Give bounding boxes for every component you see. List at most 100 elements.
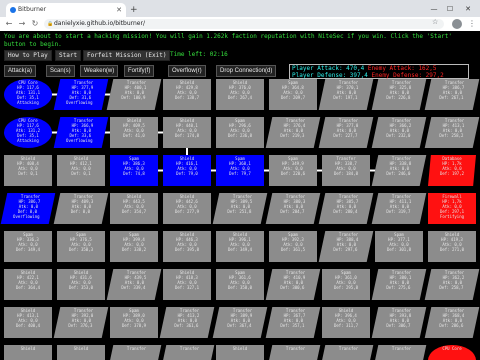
node-shield[interactable]: Shield (57, 345, 105, 360)
node-spam[interactable]: Spam HP: 399,4 Atk: 0,0 Def: 338,2 (110, 231, 158, 262)
node-transfer[interactable]: Transfer HP: 388,4 Atk: 0,0 Def: 297,6 (318, 231, 374, 262)
node-shield[interactable]: Shield HP: 431,6 Atk: 0,0 Def: 353,0 (57, 269, 105, 300)
node-transfer[interactable]: Transfer HP: 338,7 Atk: 0,0 Def: 184,8 (322, 155, 370, 186)
node-shield[interactable]: Shield HP: 443,5 Atk: 0,0 Def: 354,7 (110, 193, 158, 224)
browser-tab[interactable]: Bitburner ✕ (6, 3, 126, 17)
node-def: Def: 275,6 (386, 285, 411, 290)
node-shield[interactable]: Shield HP: 413,1 Atk: 0,0 Def: 400,4 (4, 307, 52, 338)
node-shield[interactable]: Shield HP: 409,5 Atk: 0,0 Def: 41,0 (110, 117, 158, 148)
node-database[interactable]: Database HP: 1,7k Atk: 0,0 Def: 197,2 (428, 155, 476, 186)
weaken-button[interactable]: Weaken(w) (80, 65, 119, 77)
address-bar[interactable]: 🔒 danielyxie.github.io/bitburner/ (44, 19, 444, 29)
node-cpu-core[interactable]: CPU Core HP: 117,6 Atk: 131,2 Def: 35,1 Atta… (4, 117, 52, 148)
node-shield[interactable]: Shield HP: 419,3 Atk: 0,0 Def: 271,0 (428, 231, 476, 262)
node-transfer[interactable]: Transfer HP: 362,2 Atk: 0,0 Def: 258,7 (424, 269, 480, 300)
node-spam[interactable]: Spam HP: 368,1 Atk: 0,0 Def: 79,7 (216, 155, 264, 186)
minimize-button[interactable]: — (428, 3, 440, 15)
node-shield[interactable]: Shield HP: 408,4 Atk: 0,0 Def: 0,1 (4, 155, 52, 186)
maximize-button[interactable]: ☐ (444, 3, 456, 15)
node-spam[interactable]: Spam HP: 377,1 Atk: 0,0 Def: 301,8 (375, 231, 423, 262)
node-transfer[interactable]: Transfer HP: 413,1 Atk: 0,0 Def: 258,2 (424, 117, 480, 148)
node-spam[interactable]: Spam HP: 361,0 Atk: 0,0 Def: 295,8 (322, 269, 370, 300)
node-def: Def: 376,3 (68, 323, 93, 328)
node-spam[interactable]: Spam HP: 389,0 Atk: 0,0 Def: 378,9 (110, 307, 158, 338)
node-transfer[interactable]: Transfer HP: 413,2 Atk: 0,0 Def: 361,6 (159, 307, 215, 338)
profile-avatar[interactable] (452, 19, 462, 29)
node-transfer[interactable]: Transfer HP: 389,9 Atk: 0,0 Def: 367,4 (212, 307, 268, 338)
overflow-button[interactable]: Overflow(r) (168, 65, 206, 77)
node-def: Def: 284,7 (280, 209, 305, 214)
node-transfer[interactable]: Transfer (106, 345, 162, 360)
node-transfer[interactable]: Transfer HP: 338,8 Atk: 0,0 Def: 246,0 (371, 155, 427, 186)
node-firewall[interactable]: Firewall HP: 1,7k Atk: 0,0 Def: 297,1 Fortif… (428, 193, 476, 224)
node-transfer[interactable]: Transfer HP: 368,4 Atk: 0,0 Def: 286,6 (424, 307, 480, 338)
node-transfer[interactable]: Transfer (371, 345, 427, 360)
node-transfer[interactable]: Transfer HP: 410,9 Atk: 0,0 Def: 300,6 (265, 269, 321, 300)
node-spam[interactable]: Spam HP: 361,6 Atk: 0,0 Def: 358,0 (216, 269, 264, 300)
start-button[interactable]: Start (55, 50, 82, 61)
node-transfer[interactable]: Transfer HP: 411,1 Atk: 0,0 Def: 319,7 (371, 193, 427, 224)
node-spam[interactable]: Spam HP: 392,3 Atk: 0,0 Def: 361,5 (269, 231, 317, 262)
browser-menu-icon[interactable]: ⋮ (468, 18, 476, 30)
node-transfer[interactable]: Transfer HP: 367,7 Atk: 0,0 Def: 357,1 (265, 307, 321, 338)
how-to-play-button[interactable]: How to Play (4, 50, 52, 61)
attack-button[interactable]: Attack(a) (4, 65, 37, 77)
scan-button[interactable]: Scan(s) (46, 65, 75, 77)
new-tab-button[interactable]: + (130, 3, 138, 17)
node-def: Def: 74,8 (123, 171, 145, 176)
node-transfer[interactable]: Transfer HP: 325,8 Atk: 0,0 Def: 226,8 (371, 79, 427, 110)
node-transfer[interactable]: Transfer (159, 345, 215, 360)
node-shield[interactable]: Shield HP: 422,1 Atk: 0,0 Def: 364,4 (4, 269, 52, 300)
drop-connection-button[interactable]: Drop Connection(d) (216, 65, 277, 77)
node-shield[interactable]: Shield HP: 412,1 Atk: 0,0 Def: 0,1 (57, 155, 105, 186)
node-transfer[interactable]: Transfer HP: 386,7 Atk: 0,0 Def: 0,0 Overflo… (0, 193, 56, 224)
forward-button[interactable]: → (17, 18, 27, 30)
tab-close-icon[interactable]: ✕ (116, 3, 122, 17)
node-shield[interactable]: Shield HP: 396,1 Atk: 0,0 Def: 349,4 (216, 231, 264, 262)
node-shield[interactable]: Shield HP: 376,0 Atk: 0,0 Def: 267,4 (216, 79, 264, 110)
node-transfer[interactable]: Transfer HP: 389,5 Atk: 0,0 Def: 251,8 (212, 193, 268, 224)
node-def: Def: 300,6 (280, 285, 305, 290)
node-shield[interactable]: Shield (216, 345, 264, 360)
node-shield[interactable]: Shield HP: 416,1 Atk: 0,0 Def: 79,0 (163, 155, 211, 186)
node-spam[interactable]: Spam HP: 376,5 Atk: 0,0 Def: 350,3 (57, 231, 105, 262)
node-transfer[interactable]: Transfer HP: 386,7 Atk: 0,0 Def: 267,1 (424, 79, 480, 110)
node-cpu-core[interactable]: CPU Core HP: 117,6 Atk: 131,1 Def: 35,1 Atta… (4, 79, 52, 110)
node-transfer[interactable]: Transfer HP: 370,1 Atk: 0,0 Def: 197,1 (318, 79, 374, 110)
node-transfer[interactable]: Transfer (318, 345, 374, 360)
node-transfer[interactable]: Transfer HP: 380,1 Atk: 0,0 Def: 275,6 (371, 269, 427, 300)
node-shield[interactable]: Shield HP: 440,1 Atk: 0,0 Def: 174,8 (163, 117, 211, 148)
node-transfer[interactable]: Transfer HP: 366,2 Atk: 0,0 Def: 232,0 (371, 117, 427, 148)
node-transfer[interactable]: Transfer HP: 385,7 Atk: 0,0 Def: 280,4 (318, 193, 374, 224)
node-shield[interactable]: Shield HP: 446,3 Atk: 0,0 Def: 395,8 (163, 231, 211, 262)
node-shield[interactable]: Shield HP: 442,6 Atk: 0,0 Def: 277,9 (163, 193, 211, 224)
node-transfer[interactable]: Transfer HP: 439,5 Atk: 0,0 Def: 339,4 (106, 269, 162, 300)
node-shield[interactable]: Shield HP: 429,8 Atk: 0,0 Def: 138,7 (163, 79, 211, 110)
node-spam[interactable]: Spam HP: 349,9 Atk: 0,0 Def: 220,6 (269, 155, 317, 186)
node-transfer[interactable]: Transfer HP: 377,0 Atk: 0,0 Def: 227,7 (318, 117, 374, 148)
node-transfer[interactable]: Transfer HP: 366,9 Atk: 0,0 Def: 33,6 Overfl… (53, 117, 109, 148)
reload-button[interactable]: ↻ (30, 18, 40, 30)
close-window-button[interactable]: ✕ (462, 3, 474, 15)
node-transfer[interactable]: Transfer HP: 400,1 Atk: 0,0 Def: 100,9 (106, 79, 162, 110)
fortify-button[interactable]: Fortify(f) (124, 65, 155, 77)
node-shield[interactable]: Shield (4, 345, 52, 360)
back-button[interactable]: ← (4, 18, 14, 30)
node-transfer[interactable]: Transfer HP: 392,0 Atk: 0,0 Def: 376,3 (53, 307, 109, 338)
forfeit-button[interactable]: Forfeit Mission (Exit) (83, 50, 171, 61)
node-spam[interactable]: Spam HP: 336,3 Atk: 0,0 Def: 349,4 (4, 231, 52, 262)
node-transfer[interactable]: Transfer HP: 376,4 Atk: 0,0 Def: 219,3 (265, 117, 321, 148)
node-shield[interactable]: Shield HP: 396,4 Atk: 0,0 Def: 311,7 (322, 307, 370, 338)
node-spam[interactable]: Spam HP: 364,8 Atk: 0,0 Def: 209,7 (269, 79, 317, 110)
node-def: Def: 79,0 (176, 171, 198, 176)
node-transfer[interactable]: Transfer (265, 345, 321, 360)
node-spam[interactable]: Spam HP: 296,6 Atk: 0,0 Def: 236,8 (216, 117, 264, 148)
node-spam[interactable]: Spam HP: 386,3 Atk: 0,0 Def: 74,8 (110, 155, 158, 186)
node-def: Def: 209,7 (280, 95, 306, 100)
node-transfer[interactable]: Transfer HP: 380,3 Atk: 0,0 Def: 284,7 (265, 193, 321, 224)
node-transfer[interactable]: Transfer HP: 377,9 Atk: 0,0 Def: 31,6 Overfl… (53, 79, 109, 110)
node-shield[interactable]: Shield HP: 418,3 Atk: 0,0 Def: 327,1 (163, 269, 211, 300)
bookmark-star-icon[interactable]: ☆ (432, 17, 438, 27)
node-transfer[interactable]: Transfer HP: 409,3 Atk: 0,0 Def: 0,0 (53, 193, 109, 224)
node-transfer[interactable]: Transfer HP: 393,8 Atk: 0,0 Def: 306,7 (371, 307, 427, 338)
